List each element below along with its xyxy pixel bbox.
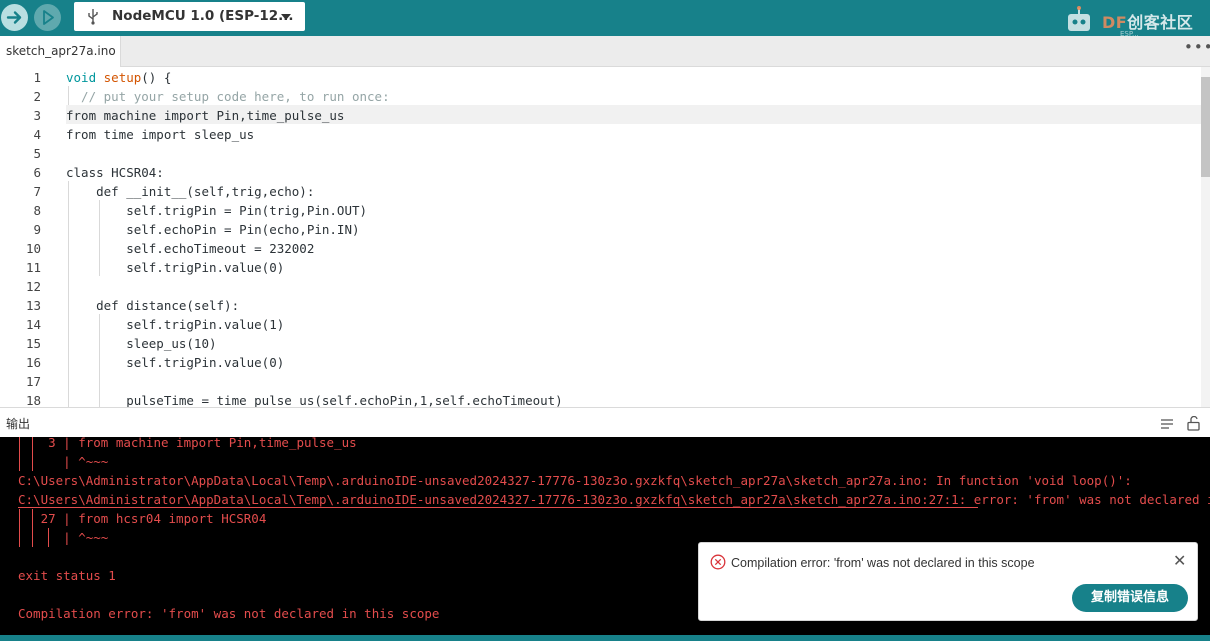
notification-message: Compilation error: 'from' was not declar…	[731, 556, 1035, 570]
console-line: C:\Users\Administrator\AppData\Local\Tem…	[18, 473, 1132, 488]
line-number: 1	[33, 70, 41, 85]
error-underline	[18, 507, 978, 508]
line-number: 15	[25, 336, 41, 351]
output-panel-header: 输出	[0, 407, 1210, 437]
close-icon[interactable]: ✕	[1173, 553, 1186, 569]
code-line: sleep_us(10)	[66, 336, 217, 351]
error-icon	[710, 554, 726, 570]
line-number: 7	[33, 184, 41, 199]
code-line: self.echoTimeout = 232002	[66, 241, 315, 256]
context-bar	[19, 437, 20, 471]
context-bar	[32, 509, 33, 547]
upload-button[interactable]	[1, 4, 28, 31]
board-label: NodeMCU 1.0 (ESP-12...	[112, 8, 294, 24]
context-bar	[32, 437, 33, 471]
line-number: 8	[33, 203, 41, 218]
code-line: def distance(self):	[66, 298, 240, 313]
indent-guide	[68, 181, 69, 407]
line-number: 16	[25, 355, 41, 370]
context-bar	[48, 528, 49, 547]
context-bar	[19, 509, 20, 547]
line-number: 14	[25, 317, 41, 332]
code-line: self.trigPin = Pin(trig,Pin.OUT)	[66, 203, 368, 218]
code-line: void setup() {	[66, 70, 172, 85]
code-line: self.echoPin = Pin(echo,Pin.IN)	[66, 222, 360, 237]
code-line: def __init__(self,trig,echo):	[66, 184, 315, 199]
tab-bar: sketch_apr27a.ino	[0, 36, 1210, 67]
line-number: 9	[33, 222, 41, 237]
line-number: 6	[33, 165, 41, 180]
code-line: // put your setup code here, to run once…	[66, 89, 390, 104]
line-number: 4	[33, 127, 41, 142]
indent-guide	[68, 86, 69, 105]
line-number: 12	[25, 279, 41, 294]
code-line: class HCSR04:	[66, 165, 164, 180]
console-line: 27 | from hcsr04 import HCSR04	[18, 511, 267, 526]
copy-error-button[interactable]: 复制错误信息	[1072, 584, 1188, 612]
debug-button[interactable]	[34, 4, 61, 31]
tab-label: sketch_apr27a.ino	[6, 44, 116, 58]
more-options-icon[interactable]: •••	[1184, 38, 1210, 56]
code-line: from machine import Pin,time_pulse_us	[66, 108, 345, 123]
clear-output-icon[interactable]	[1160, 418, 1174, 430]
line-number: 18	[25, 393, 41, 407]
line-number: 10	[25, 241, 41, 256]
indent-guide	[99, 200, 100, 276]
arrow-right-icon	[6, 11, 22, 24]
code-editor[interactable]: 1 2 3 4 5 6 7 8 9 10 11 12 13 14 15 16 17 18 void setup()…	[0, 67, 1210, 407]
console-line: 3 | from machine import Pin,time_pulse_u…	[18, 437, 357, 450]
output-title: 输出	[6, 417, 31, 431]
console-line: exit status 1	[18, 568, 116, 583]
editor-scrollbar-thumb[interactable]	[1201, 77, 1210, 177]
tab-sketch[interactable]: sketch_apr27a.ino	[0, 36, 121, 67]
unlock-scroll-icon[interactable]	[1187, 416, 1200, 431]
error-notification: Compilation error: 'from' was not declar…	[698, 542, 1198, 621]
line-number: 5	[33, 146, 41, 161]
board-selector[interactable]: NodeMCU 1.0 (ESP-12...	[74, 2, 305, 31]
debug-play-icon	[43, 10, 54, 25]
line-number: 11	[25, 260, 41, 275]
watermark-text: DF创客社区	[1102, 13, 1194, 32]
code-line: from time import sleep_us	[66, 127, 255, 142]
robot-logo-icon	[1068, 6, 1090, 31]
code-line: pulseTime = time_pulse_us(self.echoPin,1…	[66, 393, 563, 407]
console-line: Compilation error: 'from' was not declar…	[18, 606, 440, 621]
line-number: 17	[25, 374, 41, 389]
line-number: 3	[33, 108, 41, 123]
watermark-logo: DF创客社区 ESP...	[1058, 4, 1208, 38]
line-number: 2	[33, 89, 41, 104]
toolbar: NodeMCU 1.0 (ESP-12... DF创客社区 ESP...	[0, 0, 1210, 38]
indent-guide	[99, 314, 100, 407]
chevron-down-icon	[281, 14, 291, 20]
line-number: 13	[25, 298, 41, 313]
usb-icon	[88, 9, 98, 25]
status-bar	[0, 635, 1210, 641]
